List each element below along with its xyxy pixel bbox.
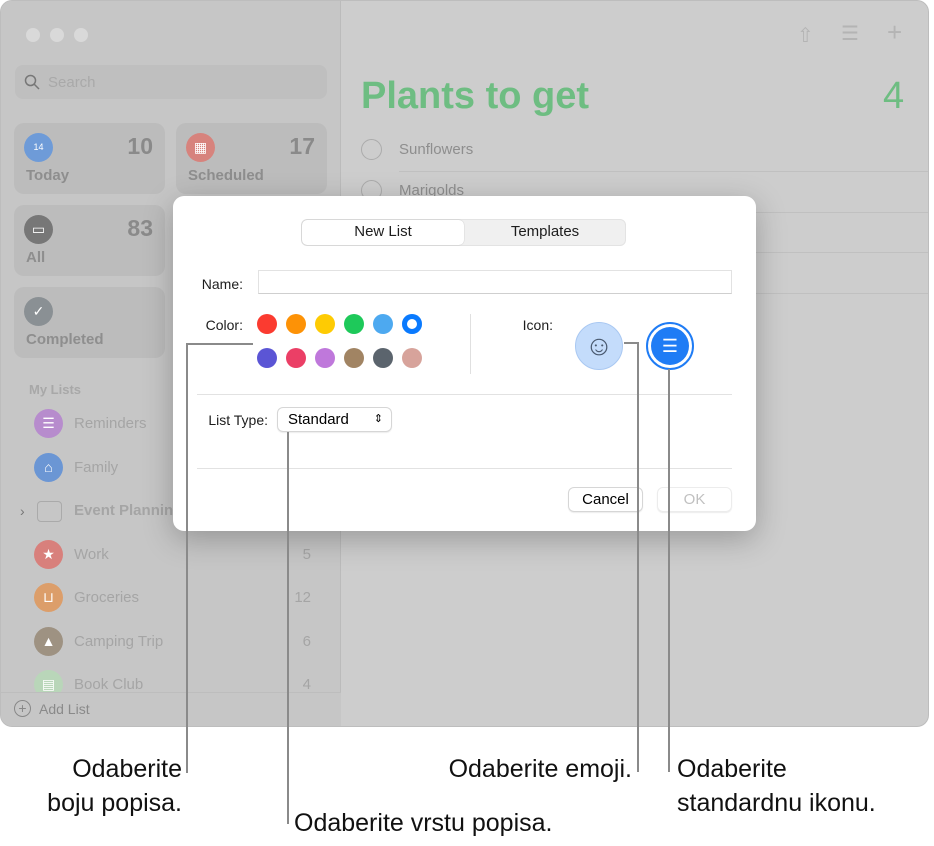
label: Completed [26, 331, 104, 348]
callout-line [186, 343, 188, 773]
reminder-text: Sunflowers [399, 141, 474, 158]
tab-templates[interactable]: Templates [464, 220, 626, 245]
chevron-up-down-icon: ⇕ [373, 413, 383, 425]
list-count: 4 [302, 676, 311, 693]
checkmark-icon: ✓ [24, 297, 53, 326]
color-swatch[interactable] [257, 348, 277, 368]
count: 17 [289, 133, 315, 159]
color-label: Color: [205, 317, 243, 333]
callout-line [637, 342, 639, 772]
chevron-right-icon[interactable]: › [20, 503, 25, 519]
search-input[interactable]: Search [15, 65, 327, 99]
callout-line [186, 343, 253, 345]
close-window-button[interactable] [26, 28, 40, 42]
list-name: Event Planning [74, 502, 183, 519]
color-swatch[interactable] [257, 314, 277, 334]
color-swatch[interactable] [344, 314, 364, 334]
zoom-window-button[interactable] [74, 28, 88, 42]
smart-list-completed[interactable]: ✓ Completed [14, 287, 165, 358]
list-type-value: Standard [288, 411, 349, 428]
standard-icon-button[interactable]: ☰ [646, 322, 694, 370]
color-swatch[interactable] [373, 314, 393, 334]
smart-list-scheduled[interactable]: ▦ 17 Scheduled [176, 123, 327, 194]
color-swatch[interactable] [286, 348, 306, 368]
color-swatch[interactable] [402, 348, 422, 368]
my-lists-heading: My Lists [29, 382, 82, 397]
list-name: Reminders [74, 415, 147, 432]
list-name: Camping Trip [74, 633, 164, 650]
count: 83 [127, 215, 153, 241]
list-item[interactable]: ★ Work 5 [34, 540, 324, 570]
checkbox[interactable] [361, 139, 382, 160]
share-icon[interactable]: ⇧ [797, 23, 814, 48]
callout-line [287, 432, 289, 824]
add-list-button[interactable]: + Add List [1, 692, 341, 726]
icon-label: Icon: [522, 317, 553, 333]
cancel-button[interactable]: Cancel [568, 487, 643, 512]
callout-line [668, 369, 670, 772]
list-title: Plants to get [361, 75, 590, 117]
color-swatch[interactable] [373, 348, 393, 368]
label: All [26, 249, 46, 266]
calendar-today-icon: 14 [24, 133, 53, 162]
tent-icon: ▲ [34, 627, 63, 656]
color-swatch[interactable] [344, 348, 364, 368]
callout-list-type: Odaberite vrstu popisa. [294, 809, 553, 837]
emoji-icon[interactable]: ☺ [575, 322, 623, 370]
list-item[interactable]: ⊔ Groceries 12 [34, 583, 324, 613]
plus-circle-icon: + [14, 700, 31, 717]
minimize-window-button[interactable] [50, 28, 64, 42]
list-count: 12 [294, 589, 311, 606]
list-item[interactable]: ▲ Camping Trip 6 [34, 627, 324, 657]
color-swatch[interactable] [402, 314, 422, 334]
list-count: 5 [302, 546, 311, 563]
list-count: 6 [302, 633, 311, 650]
count: 10 [127, 133, 153, 159]
basket-icon: ⊔ [34, 583, 63, 612]
list-name: Book Club [74, 676, 144, 693]
label: Today [26, 167, 70, 184]
add-list-label: Add List [39, 701, 90, 717]
search-placeholder: Search [48, 74, 96, 91]
smart-list-all[interactable]: ▭ 83 All [14, 205, 165, 276]
label: Scheduled [188, 167, 264, 184]
smart-list-today[interactable]: 14 10 Today [14, 123, 165, 194]
add-reminder-icon[interactable]: + [887, 17, 902, 48]
house-icon: ⌂ [34, 453, 63, 482]
name-label: Name: [201, 276, 243, 292]
callout-emoji: Odaberite emoji. [448, 755, 632, 783]
callout-color: Odaberite boju popisa. [47, 755, 182, 817]
list-name: Groceries [74, 589, 140, 606]
color-swatch[interactable] [315, 348, 335, 368]
callout-standard-icon: Odaberite standardnu ikonu. [677, 755, 876, 817]
view-options-icon[interactable]: ☰ [841, 21, 859, 46]
calendar-icon: ▦ [186, 133, 215, 162]
list-icon: ☰ [34, 409, 63, 438]
color-swatch[interactable] [286, 314, 306, 334]
star-icon: ★ [34, 540, 63, 569]
list-name: Family [74, 459, 119, 476]
tray-icon: ▭ [24, 215, 53, 244]
list-name: Work [74, 546, 109, 563]
name-field[interactable] [258, 270, 732, 294]
color-swatch[interactable] [315, 314, 335, 334]
tab-new-list[interactable]: New List [302, 220, 464, 245]
list-count: 4 [883, 75, 905, 117]
search-icon [24, 74, 40, 90]
reminder-row[interactable]: Sunflowers [361, 139, 928, 180]
folder-stack-icon [37, 501, 62, 522]
list-icon: ☰ [651, 327, 689, 365]
list-type-select[interactable]: Standard ⇕ [277, 407, 392, 432]
